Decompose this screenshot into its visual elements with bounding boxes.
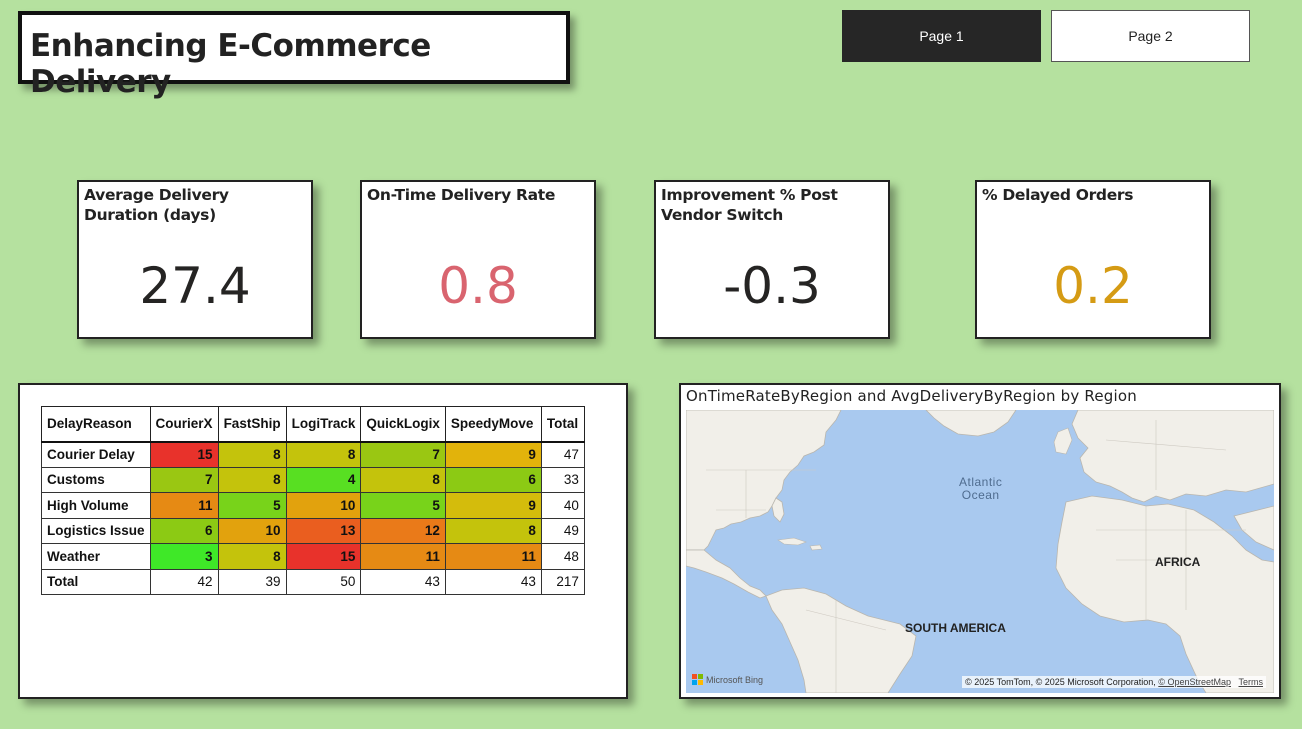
matrix-row-total[interactable]: 47 [540, 441, 585, 468]
kpi-card-improvement-post-vendor-switch[interactable]: Improvement % Post Vendor Switch -0.3 [654, 180, 890, 339]
matrix-cell[interactable]: 11 [444, 543, 542, 570]
matrix-cell[interactable]: 11 [360, 543, 446, 570]
kpi-value: -0.3 [723, 257, 821, 315]
matrix-column-total[interactable]: 43 [444, 568, 542, 595]
matrix-column-total[interactable]: 42 [149, 568, 219, 595]
kpi-value: 0.8 [438, 257, 518, 315]
kpi-label: Average Delivery Duration (days) [84, 186, 229, 224]
matrix-cell[interactable]: 5 [217, 492, 287, 519]
openstreetmap-link[interactable]: © OpenStreetMap [1158, 677, 1231, 687]
matrix-cell[interactable]: 4 [285, 466, 362, 493]
report-title-box: Enhancing E-Commerce Delivery [18, 11, 570, 100]
matrix-cell[interactable]: 6 [149, 517, 219, 544]
attribution-text: © 2025 TomTom, © 2025 Microsoft Corporat… [965, 677, 1159, 687]
matrix-cell[interactable]: 8 [217, 466, 287, 493]
matrix-row-header[interactable]: Weather [41, 543, 151, 570]
matrix-total-label: Total [41, 568, 151, 595]
kpi-label: Improvement % Post Vendor Switch [661, 186, 838, 224]
kpi-card-avg-delivery-duration[interactable]: Average Delivery Duration (days) 27.4 [77, 180, 313, 339]
matrix-cell[interactable]: 8 [444, 517, 542, 544]
kpi-label: % Delayed Orders [982, 186, 1134, 204]
microsoft-logo-icon [692, 674, 703, 685]
matrix-row[interactable]: High Volume 11 5 10 5 9 40 [41, 492, 585, 519]
matrix-cell[interactable]: 8 [285, 441, 362, 468]
matrix-cell[interactable]: 6 [444, 466, 542, 493]
matrix-column-header[interactable]: DelayReason [41, 406, 151, 443]
matrix-cell[interactable]: 10 [217, 517, 287, 544]
matrix-cell[interactable]: 12 [360, 517, 446, 544]
matrix-column-header[interactable]: SpeedyMove [444, 406, 542, 443]
matrix-row-total[interactable]: 33 [540, 466, 585, 493]
delay-reason-matrix[interactable]: DelayReason CourierX FastShip LogiTrack … [41, 406, 585, 595]
matrix-cell[interactable]: 7 [149, 466, 219, 493]
matrix-row-total[interactable]: 49 [540, 517, 585, 544]
bing-label: Microsoft Bing [706, 674, 764, 685]
matrix-cell[interactable]: 13 [285, 517, 362, 544]
matrix-cell[interactable]: 11 [149, 492, 219, 519]
kpi-card-delayed-orders[interactable]: % Delayed Orders 0.2 [975, 180, 1211, 339]
matrix-column-header[interactable]: CourierX [149, 406, 219, 443]
matrix-cell[interactable]: 5 [360, 492, 446, 519]
matrix-cell[interactable]: 8 [217, 543, 287, 570]
microsoft-bing-logo[interactable]: Microsoft Bing [692, 674, 763, 685]
map-title: OnTimeRateByRegion and AvgDeliveryByRegi… [686, 387, 1137, 405]
ocean-label-line2: Ocean [961, 488, 1000, 502]
matrix-column-header[interactable]: FastShip [217, 406, 287, 443]
matrix-cell[interactable]: 8 [217, 441, 287, 468]
matrix-cell[interactable]: 9 [444, 441, 542, 468]
kpi-value: 0.2 [1053, 257, 1133, 315]
matrix-row-header[interactable]: Logistics Issue [41, 517, 151, 544]
atlantic-ocean-label: Atlantic Ocean [959, 476, 1002, 502]
map-attribution: © 2025 TomTom, © 2025 Microsoft Corporat… [962, 676, 1266, 688]
page-1-button[interactable]: Page 1 [842, 10, 1041, 62]
africa-label: AFRICA [1155, 555, 1201, 569]
kpi-label: On-Time Delivery Rate [367, 186, 556, 204]
region-map[interactable]: Atlantic Ocean AFRICA SOUTH AMERICA Micr… [686, 410, 1274, 693]
matrix-row-header[interactable]: Customs [41, 466, 151, 493]
matrix-cell[interactable]: 15 [285, 543, 362, 570]
delay-reason-matrix-panel[interactable]: DelayReason CourierX FastShip LogiTrack … [18, 383, 628, 699]
kpi-card-on-time-delivery-rate[interactable]: On-Time Delivery Rate 0.8 [360, 180, 596, 339]
matrix-column-header[interactable]: Total [540, 406, 585, 443]
map-background [686, 410, 1274, 693]
matrix-column-total[interactable]: 50 [285, 568, 362, 595]
matrix-total-row[interactable]: Total 42 39 50 43 43 217 [41, 568, 585, 595]
matrix-cell[interactable]: 3 [149, 543, 219, 570]
matrix-column-header[interactable]: LogiTrack [285, 406, 362, 443]
kpi-value: 27.4 [139, 257, 251, 315]
matrix-row[interactable]: Logistics Issue 6 10 13 12 8 49 [41, 517, 585, 544]
matrix-column-total[interactable]: 43 [360, 568, 446, 595]
matrix-row[interactable]: Customs 7 8 4 8 6 33 [41, 466, 585, 493]
matrix-row-header[interactable]: Courier Delay [41, 441, 151, 468]
matrix-cell[interactable]: 7 [360, 441, 446, 468]
matrix-column-total[interactable]: 39 [217, 568, 287, 595]
page-2-button[interactable]: Page 2 [1051, 10, 1250, 62]
matrix-row-header[interactable]: High Volume [41, 492, 151, 519]
matrix-grand-total[interactable]: 217 [540, 568, 585, 595]
south-america-label: SOUTH AMERICA [905, 621, 1006, 635]
matrix-row-total[interactable]: 48 [540, 543, 585, 570]
matrix-cell[interactable]: 8 [360, 466, 446, 493]
matrix-cell[interactable]: 9 [444, 492, 542, 519]
matrix-cell[interactable]: 15 [149, 441, 219, 468]
matrix-row[interactable]: Weather 3 8 15 11 11 48 [41, 543, 585, 570]
matrix-row[interactable]: Courier Delay 15 8 8 7 9 47 [41, 441, 585, 468]
matrix-row-total[interactable]: 40 [540, 492, 585, 519]
report-title: Enhancing E-Commerce Delivery [30, 28, 431, 100]
terms-link[interactable]: Terms [1239, 677, 1264, 687]
matrix-header-row: DelayReason CourierX FastShip LogiTrack … [41, 406, 585, 443]
region-map-panel[interactable]: OnTimeRateByRegion and AvgDeliveryByRegi… [679, 383, 1281, 699]
matrix-cell[interactable]: 10 [285, 492, 362, 519]
matrix-column-header[interactable]: QuickLogix [360, 406, 446, 443]
